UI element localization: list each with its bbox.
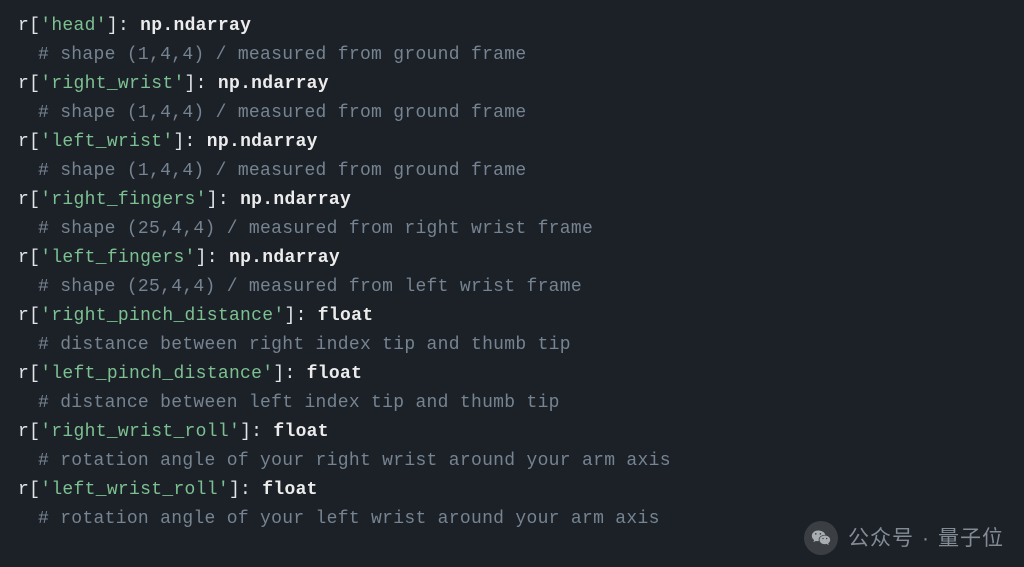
- code-line: r['left_wrist']: np.ndarray: [18, 128, 1024, 157]
- code-line: r['head']: np.ndarray: [18, 12, 1024, 41]
- code-line: r['left_wrist_roll']: float: [18, 476, 1024, 505]
- dict-key: 'right_wrist_roll': [40, 422, 240, 442]
- code-comment-line: # distance between left index tip and th…: [18, 389, 1024, 418]
- code-comment-line: # distance between right index tip and t…: [18, 331, 1024, 360]
- type-annotation: np.ndarray: [207, 132, 318, 152]
- type-annotation: float: [318, 306, 374, 326]
- type-annotation: float: [262, 480, 318, 500]
- dict-key: 'left_fingers': [40, 248, 195, 268]
- code-comment-line: # rotation angle of your right wrist aro…: [18, 447, 1024, 476]
- comment: # shape (25,4,4) / measured from left wr…: [38, 277, 582, 297]
- code-comment-line: # shape (25,4,4) / measured from right w…: [18, 215, 1024, 244]
- dict-key: 'left_pinch_distance': [40, 364, 273, 384]
- type-annotation: np.ndarray: [218, 74, 329, 94]
- comment: # distance between left index tip and th…: [38, 393, 560, 413]
- code-comment-line: # shape (1,4,4) / measured from ground f…: [18, 157, 1024, 186]
- code-comment-line: # shape (1,4,4) / measured from ground f…: [18, 41, 1024, 70]
- type-annotation: np.ndarray: [229, 248, 340, 268]
- watermark-label-1: 公众号: [848, 524, 914, 553]
- type-annotation: float: [307, 364, 363, 384]
- comment: # rotation angle of your left wrist arou…: [38, 509, 660, 529]
- code-block: r['head']: np.ndarray # shape (1,4,4) / …: [0, 0, 1024, 534]
- type-annotation: np.ndarray: [140, 16, 251, 36]
- dict-key: 'right_pinch_distance': [40, 306, 284, 326]
- wechat-icon: [804, 521, 838, 555]
- code-line: r['right_wrist_roll']: float: [18, 418, 1024, 447]
- code-line: r['right_fingers']: np.ndarray: [18, 186, 1024, 215]
- comment: # shape (1,4,4) / measured from ground f…: [38, 161, 526, 181]
- comment: # shape (1,4,4) / measured from ground f…: [38, 103, 526, 123]
- dict-key: 'left_wrist': [40, 132, 173, 152]
- watermark-separator: ·: [922, 524, 930, 553]
- code-line: r['right_pinch_distance']: float: [18, 302, 1024, 331]
- dict-key: 'right_wrist': [40, 74, 184, 94]
- type-annotation: float: [273, 422, 329, 442]
- code-comment-line: # shape (25,4,4) / measured from left wr…: [18, 273, 1024, 302]
- code-comment-line: # shape (1,4,4) / measured from ground f…: [18, 99, 1024, 128]
- code-line: r['left_fingers']: np.ndarray: [18, 244, 1024, 273]
- code-line: r['right_wrist']: np.ndarray: [18, 70, 1024, 99]
- comment: # rotation angle of your right wrist aro…: [38, 451, 671, 471]
- dict-key: 'left_wrist_roll': [40, 480, 229, 500]
- dict-key: 'right_fingers': [40, 190, 207, 210]
- comment: # shape (1,4,4) / measured from ground f…: [38, 45, 526, 65]
- watermark: 公众号 · 量子位: [804, 521, 1004, 555]
- watermark-label-2: 量子位: [938, 524, 1004, 553]
- code-line: r['left_pinch_distance']: float: [18, 360, 1024, 389]
- comment: # distance between right index tip and t…: [38, 335, 571, 355]
- type-annotation: np.ndarray: [240, 190, 351, 210]
- dict-key: 'head': [40, 16, 107, 36]
- comment: # shape (25,4,4) / measured from right w…: [38, 219, 593, 239]
